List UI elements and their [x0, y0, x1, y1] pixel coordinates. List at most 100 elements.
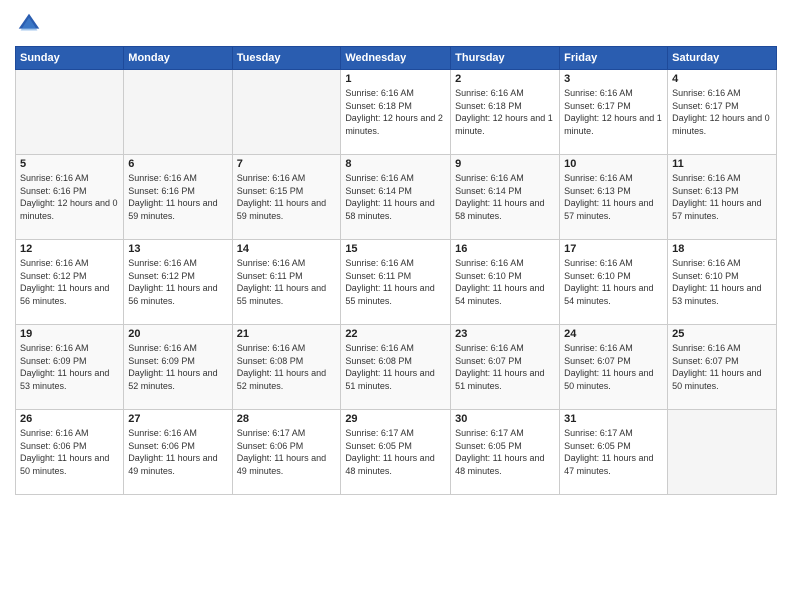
calendar-cell: 8Sunrise: 6:16 AMSunset: 6:14 PMDaylight…	[341, 155, 451, 240]
calendar-cell: 23 Sunrise: 6:16 AMSunset: 6:07 PMDayligh…	[451, 325, 560, 410]
day-number: 25	[672, 328, 772, 340]
day-number: 12	[20, 243, 119, 255]
day-number: 4	[672, 73, 772, 85]
day-number: 30	[455, 413, 555, 425]
day-number: 5	[20, 158, 119, 170]
calendar-cell: 21Sunrise: 6:16 AMSunset: 6:08 PMDayligh…	[232, 325, 341, 410]
day-number: 20	[128, 328, 227, 340]
day-info: Sunrise: 6:16 AMSunset: 6:16 PMDaylight:…	[128, 172, 227, 222]
header	[15, 10, 777, 38]
day-info: Sunrise: 6:16 AMSunset: 6:13 PMDaylight:…	[564, 172, 663, 222]
calendar-cell: 3 Sunrise: 6:16 AMSunset: 6:17 PMDaylight…	[560, 70, 668, 155]
weekday-header-wednesday: Wednesday	[341, 47, 451, 70]
day-number: 9	[455, 158, 555, 170]
weekday-header-row: SundayMondayTuesdayWednesdayThursdayFrid…	[16, 47, 777, 70]
day-number: 27	[128, 413, 227, 425]
day-info: Sunrise: 6:16 AMSunset: 6:11 PMDaylight:…	[237, 257, 337, 307]
week-row-2: 12 Sunrise: 6:16 AMSunset: 6:12 PMDayligh…	[16, 240, 777, 325]
calendar-cell: 5 Sunrise: 6:16 AMSunset: 6:16 PMDaylight…	[16, 155, 124, 240]
weekday-header-thursday: Thursday	[451, 47, 560, 70]
day-info: Sunrise: 6:16 AMSunset: 6:18 PMDaylight:…	[455, 87, 555, 137]
day-number: 21	[237, 328, 337, 340]
day-info: Sunrise: 6:16 AMSunset: 6:15 PMDaylight:…	[237, 172, 337, 222]
calendar-cell: 15Sunrise: 6:16 AMSunset: 6:11 PMDayligh…	[341, 240, 451, 325]
day-info: Sunrise: 6:16 AMSunset: 6:13 PMDaylight:…	[672, 172, 772, 222]
calendar-cell: 16 Sunrise: 6:16 AMSunset: 6:10 PMDayligh…	[451, 240, 560, 325]
calendar-cell	[16, 70, 124, 155]
day-number: 19	[20, 328, 119, 340]
day-info: Sunrise: 6:16 AMSunset: 6:06 PMDaylight:…	[20, 427, 119, 477]
day-info: Sunrise: 6:16 AMSunset: 6:07 PMDaylight:…	[564, 342, 663, 392]
day-info: Sunrise: 6:16 AMSunset: 6:18 PMDaylight:…	[345, 87, 446, 137]
weekday-header-tuesday: Tuesday	[232, 47, 341, 70]
day-info: Sunrise: 6:16 AMSunset: 6:12 PMDaylight:…	[128, 257, 227, 307]
day-number: 3	[564, 73, 663, 85]
calendar-cell	[232, 70, 341, 155]
calendar-cell: 22 Sunrise: 6:16 AMSunset: 6:08 PMDayligh…	[341, 325, 451, 410]
calendar-cell: 11 Sunrise: 6:16 AMSunset: 6:13 PMDayligh…	[668, 155, 777, 240]
day-info: Sunrise: 6:17 AMSunset: 6:05 PMDaylight:…	[455, 427, 555, 477]
day-info: Sunrise: 6:16 AMSunset: 6:11 PMDaylight:…	[345, 257, 446, 307]
day-number: 13	[128, 243, 227, 255]
day-info: Sunrise: 6:16 AMSunset: 6:10 PMDaylight:…	[672, 257, 772, 307]
day-number: 26	[20, 413, 119, 425]
day-info: Sunrise: 6:16 AMSunset: 6:16 PMDaylight:…	[20, 172, 119, 222]
weekday-header-friday: Friday	[560, 47, 668, 70]
day-info: Sunrise: 6:16 AMSunset: 6:14 PMDaylight:…	[455, 172, 555, 222]
weekday-header-saturday: Saturday	[668, 47, 777, 70]
day-number: 6	[128, 158, 227, 170]
day-info: Sunrise: 6:16 AMSunset: 6:06 PMDaylight:…	[128, 427, 227, 477]
day-number: 28	[237, 413, 337, 425]
day-number: 29	[345, 413, 446, 425]
logo	[15, 10, 47, 38]
calendar-cell: 6 Sunrise: 6:16 AMSunset: 6:16 PMDaylight…	[124, 155, 232, 240]
day-number: 11	[672, 158, 772, 170]
day-info: Sunrise: 6:16 AMSunset: 6:12 PMDaylight:…	[20, 257, 119, 307]
day-info: Sunrise: 6:17 AMSunset: 6:05 PMDaylight:…	[564, 427, 663, 477]
day-number: 24	[564, 328, 663, 340]
calendar-cell: 25 Sunrise: 6:16 AMSunset: 6:07 PMDayligh…	[668, 325, 777, 410]
day-number: 7	[237, 158, 337, 170]
calendar-cell: 14Sunrise: 6:16 AMSunset: 6:11 PMDayligh…	[232, 240, 341, 325]
calendar-cell: 13 Sunrise: 6:16 AMSunset: 6:12 PMDayligh…	[124, 240, 232, 325]
calendar-cell: 29Sunrise: 6:17 AMSunset: 6:05 PMDayligh…	[341, 410, 451, 495]
calendar-cell: 31Sunrise: 6:17 AMSunset: 6:05 PMDayligh…	[560, 410, 668, 495]
weekday-header-monday: Monday	[124, 47, 232, 70]
calendar-cell: 12 Sunrise: 6:16 AMSunset: 6:12 PMDayligh…	[16, 240, 124, 325]
calendar-cell: 18 Sunrise: 6:16 AMSunset: 6:10 PMDayligh…	[668, 240, 777, 325]
day-info: Sunrise: 6:16 AMSunset: 6:10 PMDaylight:…	[455, 257, 555, 307]
day-info: Sunrise: 6:16 AMSunset: 6:10 PMDaylight:…	[564, 257, 663, 307]
day-info: Sunrise: 6:16 AMSunset: 6:07 PMDaylight:…	[455, 342, 555, 392]
calendar-table: SundayMondayTuesdayWednesdayThursdayFrid…	[15, 46, 777, 495]
calendar-cell: 19 Sunrise: 6:16 AMSunset: 6:09 PMDayligh…	[16, 325, 124, 410]
day-info: Sunrise: 6:16 AMSunset: 6:08 PMDaylight:…	[345, 342, 446, 392]
day-info: Sunrise: 6:16 AMSunset: 6:17 PMDaylight:…	[564, 87, 663, 137]
day-number: 10	[564, 158, 663, 170]
calendar-cell: 1Sunrise: 6:16 AMSunset: 6:18 PMDaylight…	[341, 70, 451, 155]
calendar-cell: 30 Sunrise: 6:17 AMSunset: 6:05 PMDayligh…	[451, 410, 560, 495]
calendar-cell: 7 Sunrise: 6:16 AMSunset: 6:15 PMDaylight…	[232, 155, 341, 240]
calendar-cell: 28 Sunrise: 6:17 AMSunset: 6:06 PMDayligh…	[232, 410, 341, 495]
calendar-cell: 27 Sunrise: 6:16 AMSunset: 6:06 PMDayligh…	[124, 410, 232, 495]
calendar-cell: 10 Sunrise: 6:16 AMSunset: 6:13 PMDayligh…	[560, 155, 668, 240]
day-number: 18	[672, 243, 772, 255]
calendar-cell: 9 Sunrise: 6:16 AMSunset: 6:14 PMDaylight…	[451, 155, 560, 240]
day-number: 22	[345, 328, 446, 340]
calendar-cell: 2 Sunrise: 6:16 AMSunset: 6:18 PMDaylight…	[451, 70, 560, 155]
weekday-header-sunday: Sunday	[16, 47, 124, 70]
logo-icon	[15, 10, 43, 38]
day-info: Sunrise: 6:17 AMSunset: 6:06 PMDaylight:…	[237, 427, 337, 477]
calendar-cell: 26 Sunrise: 6:16 AMSunset: 6:06 PMDayligh…	[16, 410, 124, 495]
day-number: 2	[455, 73, 555, 85]
day-number: 16	[455, 243, 555, 255]
day-info: Sunrise: 6:16 AMSunset: 6:07 PMDaylight:…	[672, 342, 772, 392]
calendar-cell: 20Sunrise: 6:16 AMSunset: 6:09 PMDayligh…	[124, 325, 232, 410]
day-info: Sunrise: 6:16 AMSunset: 6:17 PMDaylight:…	[672, 87, 772, 137]
day-info: Sunrise: 6:16 AMSunset: 6:09 PMDaylight:…	[20, 342, 119, 392]
calendar-cell: 17 Sunrise: 6:16 AMSunset: 6:10 PMDayligh…	[560, 240, 668, 325]
calendar-cell: 24 Sunrise: 6:16 AMSunset: 6:07 PMDayligh…	[560, 325, 668, 410]
calendar-cell: 4 Sunrise: 6:16 AMSunset: 6:17 PMDaylight…	[668, 70, 777, 155]
day-number: 17	[564, 243, 663, 255]
day-number: 23	[455, 328, 555, 340]
week-row-1: 5 Sunrise: 6:16 AMSunset: 6:16 PMDaylight…	[16, 155, 777, 240]
